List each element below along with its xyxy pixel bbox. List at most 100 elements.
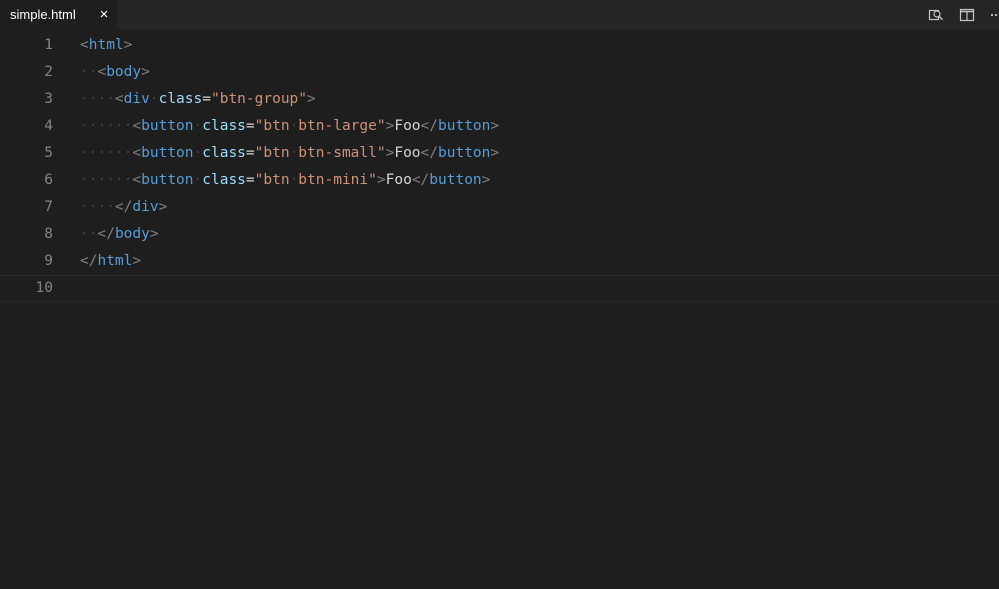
line-number: 6 xyxy=(44,172,53,188)
line-code: ······<button·class="btn·btn-small">Foo<… xyxy=(80,140,499,167)
line-code: </html> xyxy=(80,248,141,275)
line-number: 2 xyxy=(44,64,53,80)
code-token: ······ xyxy=(80,172,133,188)
code-token: body xyxy=(114,226,150,242)
code-token: · xyxy=(289,118,299,134)
code-token: < xyxy=(132,118,142,134)
tab-simple-html[interactable]: simple.html × xyxy=(0,0,117,30)
code-token: · xyxy=(149,91,159,107)
line-code: ··</body> xyxy=(80,221,159,248)
code-line[interactable]: 7 ····</div> xyxy=(0,194,999,221)
code-token: Foo xyxy=(385,172,412,188)
code-token: = xyxy=(245,145,255,161)
code-line[interactable]: 3 ····<div·class="btn-group"> xyxy=(0,86,999,113)
code-token: = xyxy=(245,118,255,134)
close-icon[interactable]: × xyxy=(97,7,111,23)
code-token: Foo xyxy=(394,118,421,134)
code-token: btn-mini" xyxy=(298,172,377,188)
code-token: · xyxy=(289,172,299,188)
code-token: button xyxy=(438,118,491,134)
code-token: class xyxy=(202,145,246,161)
code-token: > xyxy=(376,172,386,188)
code-token: < xyxy=(132,172,142,188)
code-line[interactable]: 10 xyxy=(0,275,999,302)
line-number: 4 xyxy=(44,118,53,134)
code-token: "btn xyxy=(254,118,290,134)
code-token: "btn xyxy=(254,172,290,188)
code-line[interactable]: 5 ······<button·class="btn·btn-small">Foo… xyxy=(0,140,999,167)
code-token: </ xyxy=(97,226,115,242)
code-token: </ xyxy=(411,172,430,188)
code-token: ······ xyxy=(80,118,133,134)
line-code: ······<button·class="btn·btn-mini">Foo</… xyxy=(80,167,490,194)
code-token: btn-large" xyxy=(298,118,386,134)
code-token: "btn xyxy=(254,145,290,161)
code-line[interactable]: 4 ······<button·class="btn·btn-large">Foo… xyxy=(0,113,999,140)
code-token: · xyxy=(289,145,299,161)
line-number: 9 xyxy=(44,253,53,269)
code-token: < xyxy=(114,91,124,107)
code-token: div xyxy=(132,199,159,215)
code-token: > xyxy=(481,172,491,188)
code-token: > xyxy=(132,253,142,269)
code-token: ···· xyxy=(80,91,115,107)
open-preview-icon[interactable] xyxy=(928,7,944,23)
code-token: body xyxy=(106,64,142,80)
code-token: class xyxy=(202,118,246,134)
more-actions-icon[interactable] xyxy=(989,7,999,23)
code-line[interactable]: 2 ··<body> xyxy=(0,59,999,86)
code-token: > xyxy=(123,37,133,53)
code-token: button xyxy=(141,118,194,134)
code-token: > xyxy=(149,226,159,242)
code-token: > xyxy=(490,118,500,134)
code-token: = xyxy=(245,172,255,188)
code-token: · xyxy=(193,118,203,134)
line-number: 3 xyxy=(44,91,53,107)
line-number: 7 xyxy=(44,199,53,215)
code-token: button xyxy=(141,145,194,161)
code-line[interactable]: 8 ··</body> xyxy=(0,221,999,248)
code-token: < xyxy=(80,37,89,53)
line-code: ····</div> xyxy=(80,194,167,221)
line-code: ······<button·class="btn·btn-large">Foo<… xyxy=(80,113,499,140)
code-token: Foo xyxy=(394,145,421,161)
code-token: class xyxy=(158,91,203,107)
code-line[interactable]: 1 <html> xyxy=(0,32,999,59)
line-code: <html> xyxy=(80,32,132,59)
code-token: class xyxy=(202,172,246,188)
code-token: "btn-group" xyxy=(210,91,308,107)
code-token: btn-small" xyxy=(298,145,386,161)
line-number: 1 xyxy=(44,37,53,53)
code-token: > xyxy=(158,199,168,215)
code-token: div xyxy=(123,91,150,107)
code-token: </ xyxy=(420,118,439,134)
code-editor[interactable]: 1 <html> 2 ··<body> 3 ····<div·class="btn-gro… xyxy=(0,30,999,589)
code-token: button xyxy=(429,172,482,188)
code-line[interactable]: 6 ······<button·class="btn·btn-mini">Foo<… xyxy=(0,167,999,194)
code-token: < xyxy=(97,64,107,80)
code-token: ·· xyxy=(80,64,98,80)
line-number: 8 xyxy=(44,226,53,242)
code-token: = xyxy=(202,91,211,107)
code-token: > xyxy=(141,64,150,80)
code-token: · xyxy=(193,172,203,188)
code-token: html xyxy=(88,37,124,53)
tab-bar: simple.html × xyxy=(0,0,999,30)
split-editor-icon[interactable] xyxy=(959,7,975,23)
code-token: · xyxy=(193,145,203,161)
code-token: </ xyxy=(114,199,133,215)
code-token: html xyxy=(97,253,133,269)
code-token: > xyxy=(490,145,500,161)
code-token: button xyxy=(141,172,194,188)
code-token: button xyxy=(438,145,491,161)
code-token: ···· xyxy=(80,199,115,215)
code-token: ·· xyxy=(80,226,98,242)
code-token: > xyxy=(307,91,316,107)
line-code: ····<div·class="btn-group"> xyxy=(80,86,316,113)
line-number: 10 xyxy=(35,280,53,296)
code-token: ······ xyxy=(80,145,133,161)
tab-title: simple.html xyxy=(10,7,76,22)
line-code: ··<body> xyxy=(80,59,150,86)
code-token: </ xyxy=(80,253,98,269)
code-line[interactable]: 9 </html> xyxy=(0,248,999,275)
